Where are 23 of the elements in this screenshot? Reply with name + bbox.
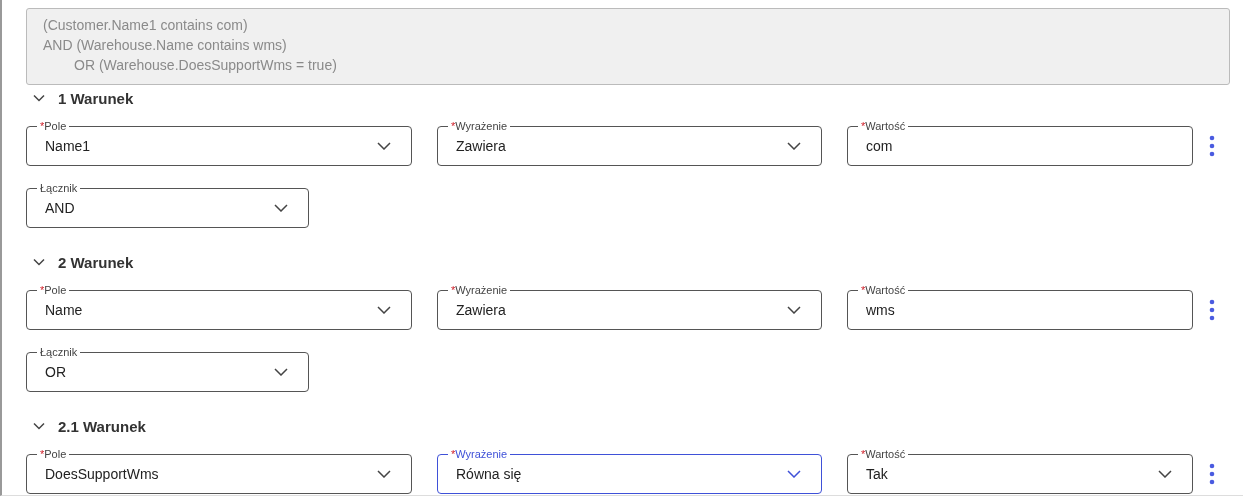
field-label: Łącznik [40,346,78,358]
chevron-down-icon [787,142,801,150]
condition-title: 1 Warunek [58,89,134,107]
chevron-down-icon [274,368,288,376]
query-line: AND (Warehouse.Name contains wms) [43,36,288,55]
chevron-down-icon [377,306,391,314]
condition-title: 2.1 Warunek [58,417,146,435]
more-options-icon[interactable] [1209,463,1215,485]
chevron-down-icon [377,142,391,150]
query-line: OR (Warehouse.DoesSupportWms = true) [73,56,338,75]
chevron-down-icon [377,470,391,478]
more-options-icon[interactable] [1209,299,1215,321]
chevron-icon[interactable] [32,421,46,431]
chevron-down-icon [274,204,288,212]
chevron-icon[interactable] [32,257,46,267]
chevron-down-icon [787,470,801,478]
chevron-down-icon [1158,470,1172,478]
more-options-icon[interactable] [1209,135,1215,157]
chevron-down-icon [787,306,801,314]
condition-title: 2 Warunek [58,253,134,271]
query-line: (Customer.Name1 contains com) [43,16,249,35]
chevron-icon[interactable] [32,93,46,103]
field-label: Łącznik [40,182,78,194]
